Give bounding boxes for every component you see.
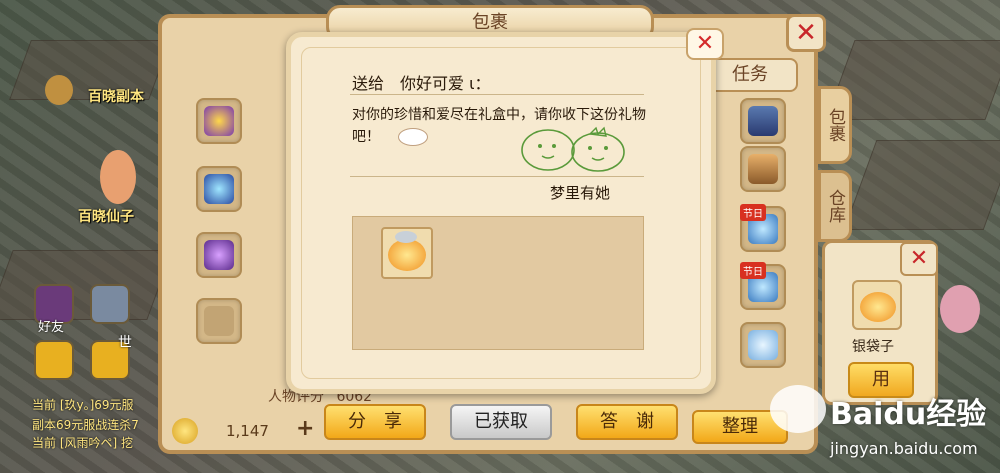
close-icon: ✕ — [795, 18, 817, 48]
blob-left — [521, 129, 575, 171]
npc-name: 百晓仙子 — [78, 209, 134, 225]
side-tab-bag-label: 包裹 — [825, 108, 845, 142]
gold-amount: 1,147 — [226, 422, 269, 440]
blob-eye — [588, 146, 592, 150]
inventory-slot[interactable] — [740, 98, 786, 144]
npc-sprite[interactable] — [100, 150, 136, 204]
received-button[interactable]: 已获取 — [450, 404, 552, 440]
equipment-icon — [204, 106, 234, 136]
add-gold-icon[interactable]: + — [296, 416, 314, 441]
tab-task[interactable]: 任务 — [708, 58, 798, 92]
npc-sprite[interactable] — [940, 285, 980, 333]
world-wall — [0, 250, 173, 320]
equipment-slot[interactable] — [196, 166, 242, 212]
side-tab-warehouse[interactable]: 仓库 — [818, 170, 852, 242]
gift-sender-signature: 梦里有她 — [550, 184, 611, 202]
gold-coin-icon — [172, 418, 198, 444]
equipment-slot-empty[interactable] — [196, 298, 242, 344]
inventory-slot[interactable] — [740, 322, 786, 368]
gift-to-label: 送给 — [352, 74, 385, 93]
world-wall — [843, 140, 1000, 230]
thanks-button-label: 答 谢 — [600, 411, 654, 432]
blob-eye — [604, 146, 608, 150]
item-detail-close-button[interactable]: ✕ — [900, 242, 938, 276]
inventory-slot[interactable] — [740, 146, 786, 192]
equipment-slot[interactable] — [196, 98, 242, 144]
baidu-paw-icon — [770, 385, 826, 433]
chat-line[interactable]: 副本69元服战连杀7 — [32, 416, 139, 433]
close-icon: ✕ — [695, 31, 715, 56]
money-bag-icon — [388, 239, 426, 271]
close-icon: ✕ — [909, 246, 929, 271]
tab-task-label: 任务 — [732, 64, 768, 85]
equipment-slot[interactable] — [196, 232, 242, 278]
watermark-brand: Baidu经验 — [830, 397, 987, 432]
npc-name: 百晓副本 — [88, 89, 144, 105]
gift-item-slot[interactable] — [381, 227, 433, 279]
npc-sprite[interactable] — [45, 75, 73, 105]
blob-mouth — [541, 155, 555, 159]
blob-eye — [552, 144, 556, 148]
chat-line[interactable]: 当前 [玖y。]69元服 — [32, 396, 134, 413]
item-detail-name: 银袋子 — [852, 339, 894, 355]
equipment-icon — [204, 174, 234, 204]
empty-slot-icon — [204, 306, 234, 336]
side-tab-warehouse-label: 仓库 — [825, 189, 845, 223]
money-bag-icon — [860, 292, 896, 322]
inventory-slot[interactable]: 节日 — [740, 204, 786, 252]
silver-coin-icon — [395, 231, 417, 243]
side-tab-bag[interactable]: 包裹 — [818, 86, 852, 164]
world-channel-label: 世 — [118, 335, 132, 351]
divider — [350, 176, 644, 177]
friends-label: 好友 — [38, 320, 65, 335]
festival-badge: 节日 — [740, 204, 766, 221]
received-button-label: 已获取 — [474, 411, 528, 432]
chat-line[interactable]: 当前 [风雨吟ペ] 挖 — [32, 434, 133, 451]
blob-right — [571, 132, 625, 172]
divider — [350, 94, 644, 95]
blob-mouth — [591, 157, 605, 161]
item-icon — [748, 106, 778, 136]
equipment-icon — [204, 240, 234, 270]
item-detail-icon-frame — [852, 280, 902, 330]
gift-sticker-icon — [398, 128, 428, 146]
gift-close-button[interactable]: ✕ — [686, 28, 724, 60]
player-avatar[interactable] — [90, 284, 130, 324]
baidu-watermark: Baidu经验 jingyan.baidu.com — [770, 385, 1000, 473]
book-icon — [748, 154, 778, 184]
bag-close-button[interactable]: ✕ — [786, 14, 826, 52]
blob-eye — [538, 144, 542, 148]
share-button-label: 分 享 — [348, 411, 402, 432]
share-button[interactable]: 分 享 — [324, 404, 426, 440]
thanks-button[interactable]: 答 谢 — [576, 404, 678, 440]
chat-bubble-icon[interactable] — [34, 340, 74, 380]
couple-blobs-icon — [521, 126, 625, 172]
gift-recipient-name: 你好可爱 ι： — [400, 74, 491, 93]
inventory-slot[interactable]: 节日 — [740, 262, 786, 310]
bowl-icon — [748, 330, 778, 360]
watermark-url: jingyan.baidu.com — [830, 439, 978, 458]
bow-icon — [588, 126, 607, 137]
festival-badge: 节日 — [740, 262, 766, 279]
sort-button-label: 整理 — [722, 416, 758, 437]
gift-recipient-line: 送给 你好可爱 ι： — [352, 70, 491, 94]
